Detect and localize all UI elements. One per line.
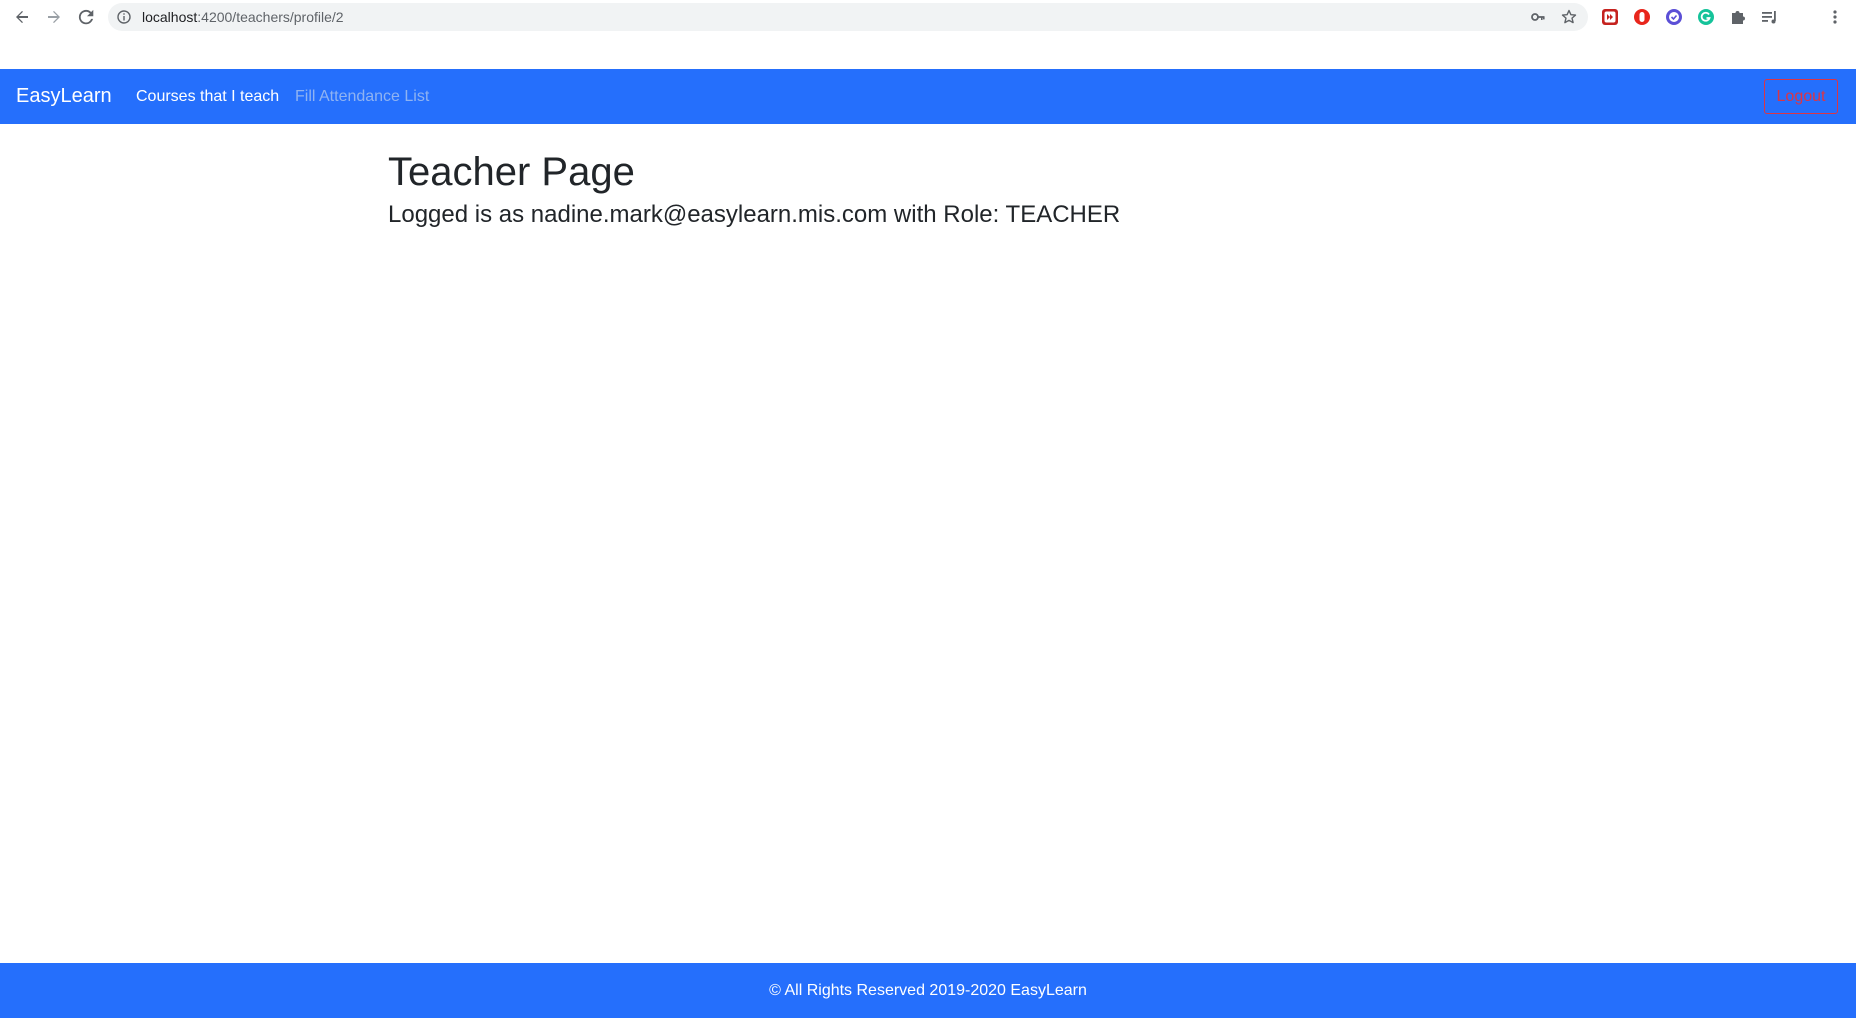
app-navbar: EasyLearn Courses that I teach Fill Atte…: [0, 69, 1856, 124]
kebab-menu-icon[interactable]: [1826, 8, 1844, 26]
adblock-extension-icon[interactable]: [1633, 8, 1651, 26]
page-title: Teacher Page: [388, 150, 635, 194]
media-extension-icon[interactable]: [1601, 8, 1619, 26]
reload-icon[interactable]: [74, 5, 98, 29]
url-text: localhost:4200/teachers/profile/2: [142, 9, 344, 25]
logout-button[interactable]: Logout: [1764, 79, 1838, 114]
browser-toolbar: localhost:4200/teachers/profile/2: [0, 0, 1856, 34]
info-icon[interactable]: [117, 10, 131, 24]
footer: © All Rights Reserved 2019-2020 EasyLear…: [0, 963, 1856, 1018]
footer-copyright: © All Rights Reserved 2019-2020 EasyLear…: [769, 982, 1087, 999]
forward-icon[interactable]: [42, 5, 66, 29]
back-icon[interactable]: [10, 5, 34, 29]
check-extension-icon[interactable]: [1665, 8, 1683, 26]
nav-link-attendance[interactable]: Fill Attendance List: [295, 69, 429, 124]
logged-in-info: Logged is as nadine.mark@easylearn.mis.c…: [388, 201, 1121, 228]
main-content: Teacher Page Logged is as nadine.mark@ea…: [388, 148, 1120, 230]
nav-link-courses[interactable]: Courses that I teach: [136, 69, 279, 124]
key-icon[interactable]: [1530, 9, 1546, 25]
puzzle-icon[interactable]: [1729, 8, 1747, 26]
star-icon[interactable]: [1561, 9, 1577, 25]
grammarly-extension-icon[interactable]: [1697, 8, 1715, 26]
address-bar[interactable]: localhost:4200/teachers/profile/2: [108, 3, 1588, 31]
media-queue-icon[interactable]: [1761, 8, 1779, 26]
brand-link[interactable]: EasyLearn: [16, 69, 112, 124]
